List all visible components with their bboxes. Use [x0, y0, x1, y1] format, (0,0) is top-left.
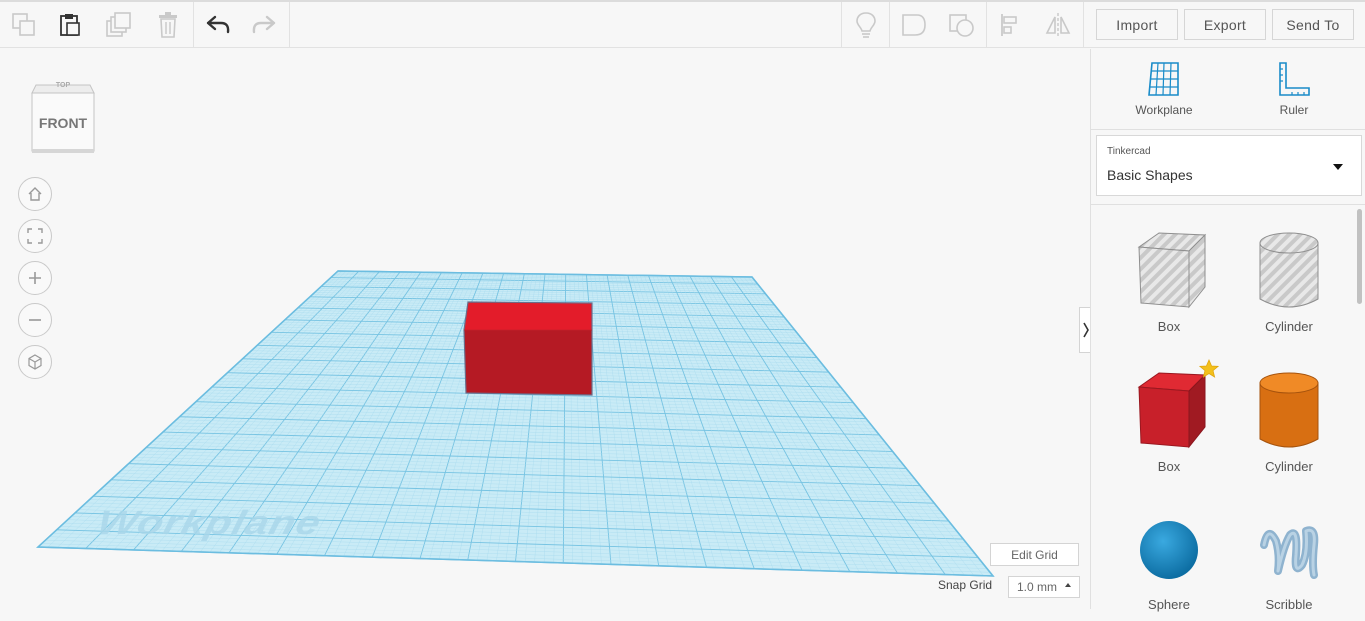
top-toolbar: Import Export Send To [0, 0, 1365, 48]
shape-label: Cylinder [1265, 459, 1313, 474]
sphere-icon [1140, 521, 1198, 579]
ruler-tool[interactable]: Ruler [1249, 59, 1339, 121]
workplane-icon [1148, 62, 1179, 96]
shape-label: Box [1157, 459, 1181, 474]
panel-divider [1091, 129, 1365, 130]
delete-icon[interactable] [145, 2, 191, 48]
scribble-icon [1260, 526, 1319, 579]
edit-grid-button[interactable]: Edit Grid [990, 543, 1079, 566]
duplicate-icon[interactable] [96, 2, 142, 48]
shape-tile[interactable]: Cylinder [1239, 361, 1339, 481]
toolbar-divider [986, 2, 987, 48]
shape-tile[interactable]: Box [1119, 221, 1219, 341]
shape-tile[interactable]: Scribble [1239, 511, 1339, 621]
3d-viewport[interactable]: TOP FRONT Workplane Edit Grid Snap Grid … [0, 49, 1091, 609]
toolbar-divider [289, 2, 290, 48]
shapes-panel: Workplane Ruler Tinkercad Basic Shapes B… [1090, 49, 1365, 612]
shape-solid-icon[interactable] [891, 2, 937, 48]
red-box-shape[interactable] [458, 300, 598, 400]
toolbar-divider [1083, 2, 1084, 48]
cylinder-solid-icon [1259, 372, 1319, 448]
star-icon [1199, 359, 1219, 378]
workplane-tool-label: Workplane [1135, 103, 1193, 117]
box-solid-icon [1137, 372, 1207, 449]
lightbulb-icon[interactable] [843, 2, 889, 48]
toolbar-divider [841, 2, 842, 48]
shape-tile[interactable]: Sphere [1119, 511, 1219, 621]
cylinder-hole-icon [1259, 232, 1319, 308]
chevron-right-icon [1082, 322, 1089, 338]
caret-up-icon [1065, 583, 1071, 587]
library-source-label: Tinkercad [1107, 146, 1151, 157]
export-button[interactable]: Export [1184, 9, 1266, 40]
shape-tile[interactable]: Box [1119, 359, 1219, 481]
toolbar-divider [889, 2, 890, 48]
snap-grid-value: 1.0 mm [1017, 580, 1058, 594]
import-button[interactable]: Import [1096, 9, 1178, 40]
box-hole-icon [1137, 232, 1207, 309]
toolbar-divider [193, 2, 194, 48]
send-to-button[interactable]: Send To [1272, 9, 1354, 40]
panel-divider [1091, 204, 1365, 205]
paste-icon[interactable] [47, 2, 93, 48]
shape-hole-icon[interactable] [938, 2, 984, 48]
shape-tile[interactable]: Cylinder [1239, 221, 1339, 341]
ruler-icon [1279, 62, 1310, 96]
dropdown-caret-icon [1333, 164, 1343, 170]
shape-label: Box [1157, 319, 1181, 334]
align-icon[interactable] [988, 2, 1034, 48]
shape-label: Cylinder [1265, 319, 1313, 334]
shape-library-dropdown[interactable]: Tinkercad Basic Shapes [1096, 135, 1362, 196]
undo-icon[interactable] [195, 2, 241, 48]
shape-label: Scribble [1265, 597, 1313, 612]
ruler-tool-label: Ruler [1279, 103, 1309, 117]
workplane-watermark: Workplane [93, 503, 326, 542]
workplane-tool[interactable]: Workplane [1119, 59, 1209, 121]
redo-icon[interactable] [241, 2, 287, 48]
library-name: Basic Shapes [1107, 167, 1193, 183]
mirror-icon[interactable] [1035, 2, 1081, 48]
panel-scrollbar[interactable] [1357, 209, 1362, 304]
copy-icon[interactable] [1, 2, 47, 48]
snap-grid-label: Snap Grid [938, 578, 993, 592]
snap-grid-select[interactable]: 1.0 mm [1008, 576, 1080, 598]
shape-label: Sphere [1148, 597, 1190, 612]
